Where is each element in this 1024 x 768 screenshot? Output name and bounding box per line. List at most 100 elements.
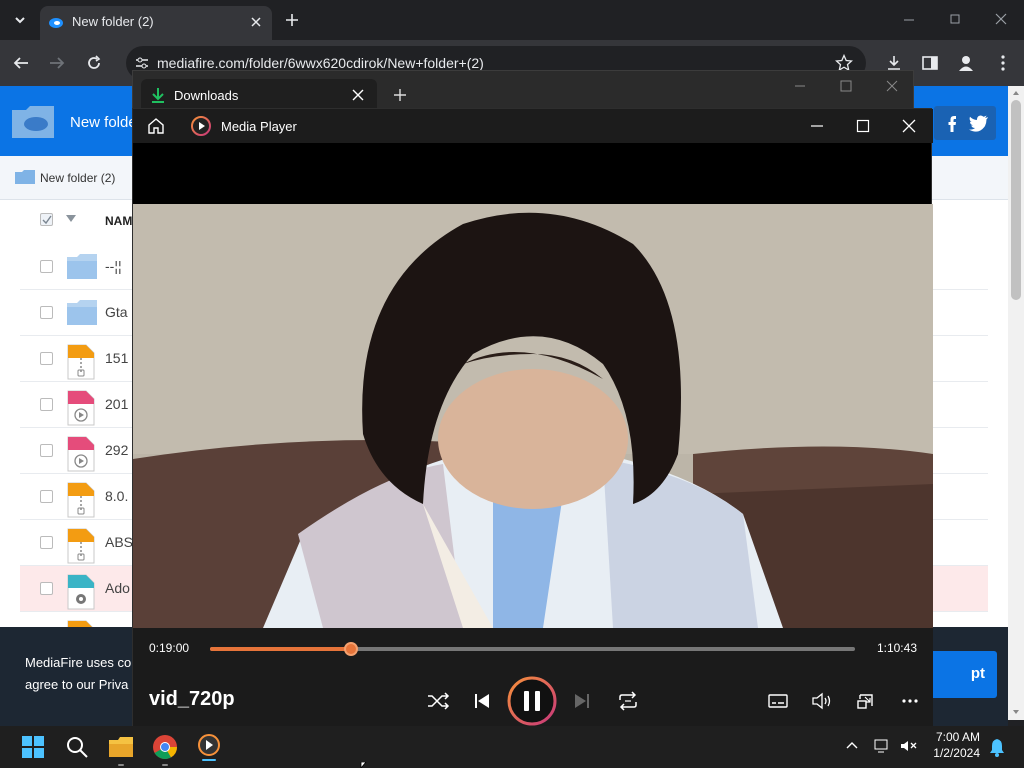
profile-icon[interactable] xyxy=(956,53,976,73)
media-player-titlebar: Media Player xyxy=(133,109,933,143)
column-name-header[interactable]: NAM xyxy=(105,214,132,228)
file-explorer-icon[interactable] xyxy=(108,734,134,760)
row-checkbox[interactable] xyxy=(40,444,53,457)
chrome-icon[interactable] xyxy=(152,734,178,760)
facebook-icon[interactable] xyxy=(942,113,962,133)
zip-file-icon xyxy=(66,528,96,564)
row-checkbox[interactable] xyxy=(40,582,53,595)
taskbar: 7:00 AM 1/2/2024 xyxy=(0,726,1024,768)
more-options-icon[interactable] xyxy=(895,688,925,714)
row-checkbox[interactable] xyxy=(40,536,53,549)
player-controls: 0:19:00 1:10:43 vid_720p xyxy=(133,628,933,741)
folder-logo-icon xyxy=(10,102,56,140)
seek-bar-knob[interactable] xyxy=(344,642,359,656)
download-arrow-icon xyxy=(149,86,167,104)
close-window-icon[interactable] xyxy=(994,12,1008,26)
downloads-close-icon[interactable] xyxy=(885,79,899,93)
repeat-icon[interactable] xyxy=(613,688,643,714)
volume-icon[interactable] xyxy=(807,688,837,714)
cookie-text-line1: MediaFire uses co xyxy=(25,655,132,670)
seek-bar-progress xyxy=(210,647,352,651)
downloads-maximize-icon[interactable] xyxy=(839,79,853,93)
zip-file-icon xyxy=(66,344,96,380)
video-frame[interactable] xyxy=(133,204,933,628)
social-buttons xyxy=(934,106,996,140)
new-tab-icon[interactable] xyxy=(284,12,300,28)
row-name[interactable]: 8.0. xyxy=(105,488,128,504)
folder-file-icon xyxy=(66,252,98,282)
video-title: vid_720p xyxy=(149,688,235,710)
chrome-running-indicator xyxy=(162,764,168,766)
browser-tab[interactable]: New folder (2) xyxy=(40,6,272,40)
breadcrumb-folder-icon xyxy=(14,169,36,185)
clock-date: 1/2/2024 xyxy=(933,746,980,760)
pause-button[interactable] xyxy=(507,676,557,726)
url-text: mediafire.com/folder/6wwx620cdirok/New+f… xyxy=(157,55,484,71)
downloads-tab-title: Downloads xyxy=(174,88,239,103)
home-icon[interactable] xyxy=(147,117,165,135)
sort-dropdown-icon[interactable] xyxy=(66,215,76,223)
select-all-checkbox[interactable] xyxy=(40,213,53,226)
downloads-tab[interactable]: Downloads xyxy=(141,79,377,111)
downloads-window: Downloads xyxy=(132,70,914,111)
folder-file-icon xyxy=(66,298,98,328)
browser-menu-icon[interactable] xyxy=(994,54,1012,72)
row-name[interactable]: Gta xyxy=(105,304,128,320)
next-icon[interactable] xyxy=(567,688,597,714)
seek-bar[interactable] xyxy=(210,642,855,656)
row-name[interactable]: --¦¦ xyxy=(105,258,122,274)
side-panel-icon[interactable] xyxy=(921,54,939,72)
mediafire-favicon-icon xyxy=(48,15,64,31)
cookie-text-line2[interactable]: agree to our Priva xyxy=(25,677,128,692)
tab-search-icon[interactable] xyxy=(10,10,30,30)
network-icon[interactable] xyxy=(873,737,893,755)
browser-tab-strip: New folder (2) xyxy=(0,0,1024,40)
zip-file-icon xyxy=(66,482,96,518)
player-minimize-icon[interactable] xyxy=(810,119,824,133)
row-checkbox[interactable] xyxy=(40,352,53,365)
row-checkbox[interactable] xyxy=(40,490,53,503)
downloads-tab-close-icon[interactable] xyxy=(351,88,365,102)
row-name[interactable]: 292 xyxy=(105,442,128,458)
folder-title: New folde xyxy=(70,114,137,131)
start-icon[interactable] xyxy=(21,735,45,759)
tray-chevron-icon[interactable] xyxy=(845,738,859,752)
downloads-minimize-icon[interactable] xyxy=(793,79,807,93)
current-time: 0:19:00 xyxy=(149,641,190,655)
page-scrollbar-thumb[interactable] xyxy=(1011,100,1021,300)
captions-icon[interactable] xyxy=(763,688,793,714)
row-name[interactable]: ABS xyxy=(105,534,133,550)
twitter-icon[interactable] xyxy=(968,113,990,133)
media-player-window: Media Player 0:19:00 1:10:43 vid_720p xyxy=(132,108,933,741)
previous-icon[interactable] xyxy=(467,688,497,714)
player-maximize-icon[interactable] xyxy=(856,119,870,133)
miniplayer-icon[interactable] xyxy=(851,688,881,714)
row-name[interactable]: 151 xyxy=(105,350,128,366)
volume-muted-icon[interactable] xyxy=(898,737,918,755)
player-close-icon[interactable] xyxy=(902,119,916,133)
downloads-new-tab-icon[interactable] xyxy=(393,88,407,102)
accept-button-label: pt xyxy=(970,665,985,682)
forward-icon[interactable] xyxy=(48,54,66,72)
site-info-icon[interactable] xyxy=(134,55,150,71)
breadcrumb-label[interactable]: New folder (2) xyxy=(40,171,115,185)
row-checkbox[interactable] xyxy=(40,306,53,319)
row-name[interactable]: Ado xyxy=(105,580,130,596)
row-name[interactable]: 201 xyxy=(105,396,128,412)
shuffle-icon[interactable] xyxy=(423,688,453,714)
system-clock[interactable]: 7:00 AM 1/2/2024 xyxy=(933,729,980,761)
clock-time: 7:00 AM xyxy=(935,730,980,744)
mouse-cursor-icon xyxy=(360,762,370,768)
media-player-taskbar-icon[interactable] xyxy=(196,733,222,761)
restore-icon[interactable] xyxy=(948,12,962,26)
row-checkbox[interactable] xyxy=(40,260,53,273)
back-icon[interactable] xyxy=(12,54,30,72)
reload-icon[interactable] xyxy=(85,54,103,72)
explorer-running-indicator xyxy=(118,764,124,766)
video-file-icon xyxy=(66,390,96,426)
row-checkbox[interactable] xyxy=(40,398,53,411)
notification-bell-icon[interactable] xyxy=(988,737,1006,757)
tab-close-icon[interactable] xyxy=(248,14,264,30)
minimize-icon[interactable] xyxy=(902,12,916,26)
search-icon[interactable] xyxy=(65,735,89,759)
